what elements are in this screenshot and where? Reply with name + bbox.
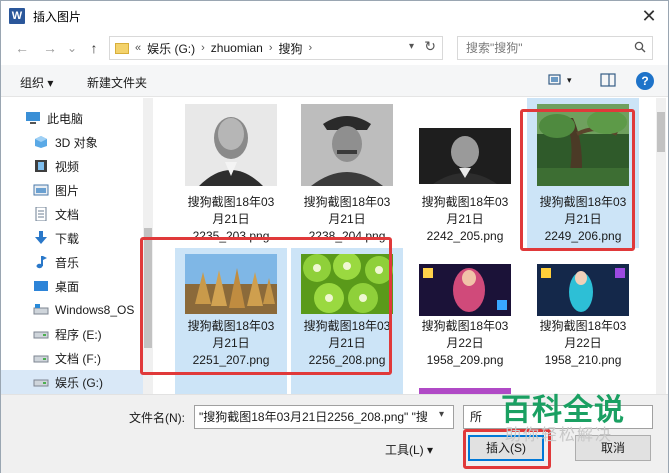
- sidebar-item-label: 文档: [55, 207, 80, 222]
- chevron-down-icon[interactable]: ▾: [439, 409, 444, 420]
- sidebar-item-label: 此电脑: [47, 111, 84, 126]
- sidebar-item-pictures[interactable]: 图片: [1, 178, 143, 202]
- insert-picture-dialog: W 插入图片 ✕ ← → ⌄ ↑ « 娱乐 (G:) › zhuomian › …: [0, 0, 669, 473]
- thumbnail-portrait-image: [419, 128, 511, 184]
- navigation-pane: 此电脑 3D 对象 视频 图片 文档 下载 音乐 桌面 Windows8_OS …: [1, 98, 143, 394]
- sidebar-item-downloads[interactable]: 下载: [1, 226, 143, 250]
- chevron-right-icon[interactable]: ›: [309, 42, 313, 54]
- highlight-box: [140, 237, 392, 375]
- watermark-logo: 百科全说 助你轻松解决: [471, 379, 656, 449]
- title-bar: W 插入图片 ✕: [1, 1, 668, 31]
- sidebar-item-drive-f[interactable]: 文档 (F:): [1, 346, 143, 370]
- sidebar-item-desktop[interactable]: 桌面: [1, 274, 143, 298]
- sidebar-item-label: 3D 对象: [55, 135, 98, 150]
- help-icon[interactable]: ?: [636, 72, 654, 90]
- thumbnail-game-image: [419, 264, 511, 316]
- filename-input[interactable]: "搜狗截图18年03月21日2256_208.png" "搜: [194, 405, 454, 429]
- view-options-icon[interactable]: [548, 73, 564, 87]
- sidebar-item-label: 视频: [55, 159, 80, 174]
- sidebar-item-label: 桌面: [55, 279, 80, 294]
- desktop-icon: [34, 281, 48, 291]
- file-tile[interactable]: 搜狗截图18年03 月22日 1958_209.png: [409, 248, 521, 394]
- up-button[interactable]: ↑: [85, 39, 103, 57]
- thumbnail-portrait-image: [185, 104, 277, 186]
- sidebar-item-this-pc[interactable]: 此电脑: [1, 106, 143, 130]
- sidebar-item-label: 下载: [55, 231, 80, 246]
- chevron-right-icon[interactable]: ›: [269, 42, 273, 54]
- sidebar-item-label: 娱乐 (G:): [55, 375, 103, 390]
- picture-icon: [33, 184, 49, 196]
- search-input[interactable]: 搜索"搜狗": [457, 36, 653, 60]
- search-icon[interactable]: [634, 41, 646, 53]
- cube-icon: [35, 136, 47, 148]
- file-caption: 搜狗截图18年03 月21日 2242_205.png: [421, 195, 509, 243]
- folder-icon: [115, 42, 129, 54]
- video-icon: [35, 160, 47, 172]
- preview-pane-icon[interactable]: [600, 73, 616, 87]
- breadcrumb-sougou[interactable]: 搜狗: [279, 40, 303, 57]
- thumbnail-portrait-image: [301, 104, 393, 186]
- sidebar-item-label: 音乐: [55, 255, 80, 270]
- sidebar-item-label: 图片: [55, 183, 80, 198]
- drive-icon: [33, 379, 49, 387]
- drive-icon: [33, 355, 49, 363]
- computer-icon: [26, 112, 40, 124]
- highlight-box: [520, 109, 635, 251]
- sidebar-item-documents[interactable]: 文档: [1, 202, 143, 226]
- file-caption: 搜狗截图18年03 月22日 1958_209.png: [421, 319, 509, 367]
- download-icon: [35, 231, 47, 244]
- sidebar-item-label: 程序 (E:): [55, 327, 102, 342]
- document-icon: [35, 207, 47, 221]
- file-tile[interactable]: 搜狗截图18年03 月22日 1958_210.png: [527, 248, 639, 394]
- sidebar-item-windows8-os[interactable]: Windows8_OS: [1, 298, 143, 322]
- breadcrumb-overflow[interactable]: «: [135, 42, 141, 54]
- breadcrumb-zhuomian[interactable]: zhuomian: [211, 41, 263, 55]
- breadcrumb-drive[interactable]: 娱乐 (G:): [147, 40, 195, 57]
- content-scrollbar-thumb[interactable]: [657, 112, 665, 152]
- forward-button[interactable]: →: [41, 39, 59, 57]
- chevron-down-icon[interactable]: ▾: [567, 75, 572, 86]
- sidebar-item-videos[interactable]: 视频: [1, 154, 143, 178]
- music-icon: [36, 256, 47, 269]
- sidebar-item-music[interactable]: 音乐: [1, 250, 143, 274]
- sidebar-item-label: 文档 (F:): [55, 351, 101, 366]
- navigation-row: ← → ⌄ ↑ « 娱乐 (G:) › zhuomian › 搜狗 › ▾ ↻ …: [1, 33, 668, 63]
- thumbnail-game-image: [537, 264, 629, 316]
- close-button[interactable]: ✕: [636, 5, 662, 27]
- search-placeholder: 搜索"搜狗": [466, 41, 523, 55]
- sidebar-item-drive-g[interactable]: 娱乐 (G:): [1, 370, 143, 394]
- new-folder-button[interactable]: 新建文件夹: [87, 74, 147, 91]
- file-tile[interactable]: 搜狗截图18年03 月21日 2235_203.png: [175, 98, 287, 248]
- sidebar-item-label: Windows8_OS: [55, 303, 135, 317]
- recent-locations-dropdown[interactable]: ⌄: [63, 39, 81, 57]
- toolbar: 组织 ▾ 新建文件夹 ▾ ?: [1, 65, 668, 97]
- drive-icon: [33, 304, 49, 315]
- address-bar[interactable]: « 娱乐 (G:) › zhuomian › 搜狗 › ▾ ↻: [109, 36, 443, 60]
- word-app-icon: W: [9, 8, 25, 24]
- drive-icon: [33, 331, 49, 339]
- file-tile[interactable]: 搜狗截图18年03 月21日 2238_204.png: [291, 98, 403, 248]
- back-button[interactable]: ←: [13, 39, 31, 57]
- content-scrollbar[interactable]: [656, 98, 666, 394]
- filename-value: "搜狗截图18年03月21日2256_208.png" "搜: [199, 410, 428, 424]
- refresh-button[interactable]: ↻: [424, 38, 436, 55]
- file-caption: 搜狗截图18年03 月22日 1958_210.png: [539, 319, 627, 367]
- sidebar-item-drive-e[interactable]: 程序 (E:): [1, 322, 143, 346]
- filename-label: 文件名(N):: [129, 411, 185, 425]
- chevron-right-icon[interactable]: ›: [201, 42, 205, 54]
- file-tile[interactable]: 搜狗截图18年03 月21日 2242_205.png: [409, 98, 521, 248]
- chevron-down-icon[interactable]: ▾: [409, 41, 414, 52]
- organize-menu[interactable]: 组织 ▾: [20, 74, 53, 91]
- tools-menu[interactable]: 工具(L) ▾: [385, 441, 433, 458]
- dialog-title: 插入图片: [33, 9, 82, 24]
- sidebar-item-3d-objects[interactable]: 3D 对象: [1, 130, 143, 154]
- watermark-subtitle: 助你轻松解决: [505, 425, 614, 444]
